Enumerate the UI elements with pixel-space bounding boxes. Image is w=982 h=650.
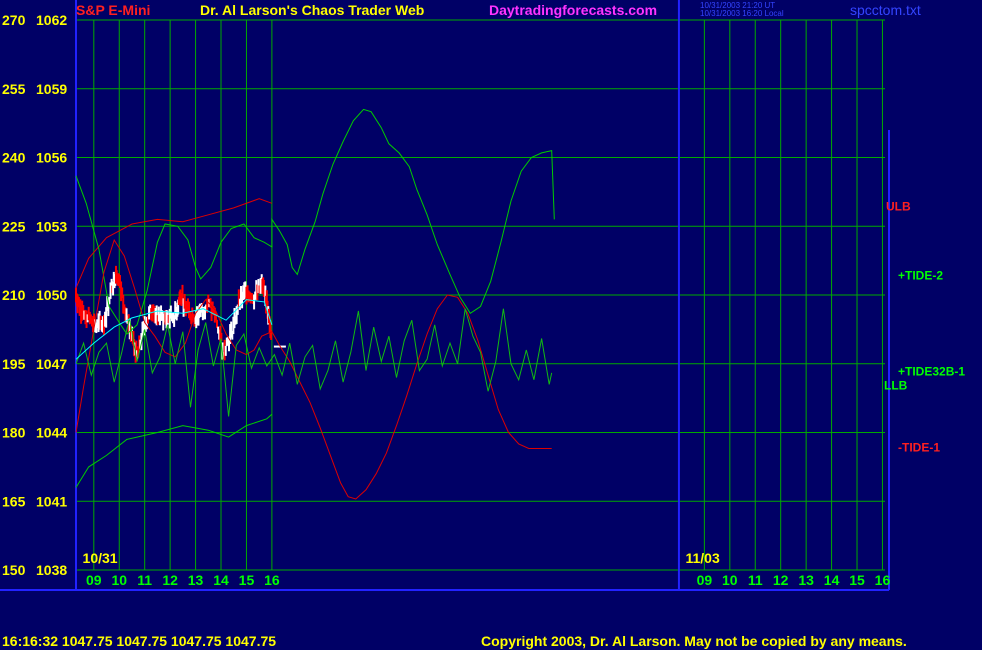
y-left-label-8: 150 [2,562,26,578]
series-label-3: LLB [884,378,908,392]
x-tick-label-1: 10 [111,572,127,588]
x-tick-label-10: 11 [748,572,763,588]
y-right-label-8: 1038 [36,562,67,578]
x-tick-label-2: 11 [137,572,152,588]
series-label-2: +TIDE32B-1 [898,365,965,379]
y-right-label-4: 1050 [36,287,67,303]
chart-title: Dr. Al Larson's Chaos Trader Web [200,2,425,18]
y-left-label-2: 240 [2,150,26,166]
chart-grid [0,0,890,591]
y-left-label-1: 255 [2,81,26,97]
series-label-1: +TIDE-2 [898,268,943,282]
y-right-label-2: 1056 [36,150,67,166]
x-tick-label-8: 09 [697,572,713,588]
series-label-0: ULB [886,200,911,214]
y-left-label-7: 165 [2,493,26,509]
x-tick-label-13: 14 [824,572,840,588]
y-left-label-4: 210 [2,287,26,303]
y-right-label-7: 1041 [36,493,67,509]
x-tick-label-14: 15 [849,572,865,588]
y-left-label-3: 225 [2,218,26,234]
x-tick-label-0: 09 [86,572,102,588]
x-tick-label-15: 16 [875,572,891,588]
y-right-label-3: 1053 [36,218,67,234]
x-tick-label-6: 15 [239,572,255,588]
x-tick-label-4: 13 [188,572,204,588]
timestamp-local: 10/31/2003 16:20 Local [700,9,784,18]
date-label-0: 10/31 [83,550,118,566]
chart-canvas: 270 1062 255 1059 240 1056 225 1053 210 1050 195 10… [0,0,982,650]
y-left-label-5: 195 [2,356,26,372]
x-tick-label-11: 12 [773,572,789,588]
x-tick-label-9: 10 [722,572,738,588]
footer-quote: 16:16:32 1047.75 1047.75 1047.75 1047.75 [2,633,277,649]
x-tick-label-7: 16 [264,572,280,588]
site-link[interactable]: Daytradingforecasts.com [489,2,657,18]
file-name: spcctom.txt [850,2,921,18]
y-right-label-5: 1047 [36,356,67,372]
instrument-title: S&P E-Mini [76,2,151,18]
y-right-label-1: 1059 [36,81,67,97]
x-tick-label-5: 14 [213,572,229,588]
x-tick-label-3: 12 [162,572,178,588]
y-right-label-0: 1062 [36,12,67,28]
series-label-4: -TIDE-1 [898,440,940,454]
y-left-label-6: 180 [2,425,26,441]
footer-copyright: Copyright 2003, Dr. Al Larson. May not b… [481,633,907,649]
x-tick-label-12: 13 [798,572,814,588]
date-label-1: 11/03 [685,550,719,566]
y-right-label-6: 1044 [36,425,67,441]
y-left-label-0: 270 [2,12,26,28]
